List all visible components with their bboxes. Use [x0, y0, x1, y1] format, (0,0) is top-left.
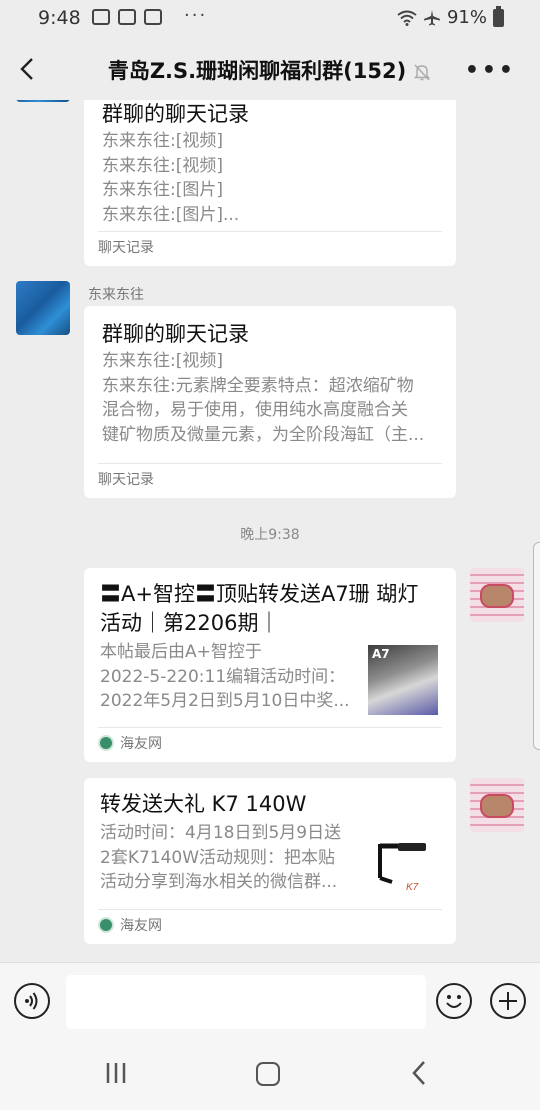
share-desc-line: 活动分享到海水相关的微信群...	[100, 872, 338, 892]
link-share-card[interactable]: 〓A+智控〓顶贴转发送A7珊 瑚灯 活动｜第2206期｜ 本帖最后由A+智控于 …	[84, 568, 456, 762]
share-title: 活动｜第2206期｜	[100, 611, 280, 635]
share-desc-line: 活动时间：4月18日到5月9日送	[100, 823, 342, 843]
share-desc-line: 2022-5-220:11编辑活动时间：	[100, 666, 346, 687]
wifi-icon	[397, 10, 417, 26]
plus-icon	[499, 992, 517, 1010]
dict-app-icon	[144, 9, 162, 25]
share-thumbnail: A7	[368, 645, 438, 715]
source-name: 海友网	[120, 736, 162, 752]
record-line: 键矿物质及微量元素，为全阶段海缸（主...	[102, 424, 425, 445]
haiyou-logo-icon	[98, 734, 114, 751]
message-input[interactable]	[66, 975, 426, 1029]
record-line: 东来东往:[视频]	[102, 131, 223, 151]
share-desc-line: 本帖最后由A+智控于	[100, 642, 262, 662]
source-name: 海友网	[120, 918, 162, 934]
edge-panel-handle[interactable]	[533, 542, 540, 750]
record-line: 东来东往:[视频]	[102, 155, 223, 176]
record-line: 混合物，易于使用，使用纯水高度融合关	[102, 400, 408, 420]
battery-icon	[493, 5, 504, 27]
emoji-icon	[446, 995, 462, 1008]
status-right: 91%	[397, 5, 504, 28]
group-name: 青岛Z.S.珊瑚闲聊福利群(152)	[107, 59, 407, 83]
card-footer: 聊天记录	[98, 231, 442, 266]
card-footer: 海友网	[98, 727, 442, 762]
battery-percent: 91%	[446, 7, 487, 28]
record-line: 东来东往:[图片]	[102, 180, 223, 200]
avatar[interactable]	[470, 778, 524, 832]
record-line: 东来东往:[图片]...	[102, 204, 240, 225]
chat-header: 青岛Z.S.珊瑚闲聊福利群(152) •••	[0, 38, 540, 100]
input-bar	[0, 962, 540, 1041]
more-functions-button[interactable]	[490, 983, 526, 1019]
status-time: 9:48	[38, 7, 81, 29]
sender-name: 东来东往	[88, 287, 144, 303]
share-title: 转发送大礼 K7 140W	[100, 792, 307, 816]
svg-text:K7: K7	[406, 882, 419, 893]
avatar[interactable]	[470, 568, 524, 622]
more-options-button[interactable]: •••	[465, 58, 516, 83]
card-footer: 海友网	[98, 909, 442, 944]
status-bar: 9:48 ··· 91%	[0, 0, 540, 38]
notification-icons	[92, 9, 162, 25]
avatar[interactable]	[16, 100, 70, 102]
gallery-icon	[92, 9, 110, 25]
share-desc-line: 2022年5月2日到5月10日中奖...	[100, 691, 350, 711]
more-notifications-icon: ···	[184, 5, 208, 26]
record-line: 东来东往:[视频]	[102, 351, 223, 371]
voice-icon	[25, 992, 38, 1010]
chat-record-card[interactable]: 群聊的聊天记录 东来东往:[视频] 东来东往:[视频] 东来东往:[图片] 东来…	[84, 100, 456, 266]
message-timestamp: 晚上9:38	[240, 527, 300, 543]
nav-back-icon[interactable]	[410, 1060, 428, 1086]
card-title: 群聊的聊天记录	[102, 322, 249, 346]
card-footer: 聊天记录	[98, 463, 442, 498]
airplane-icon	[423, 9, 440, 25]
share-desc-line: 2套K7140W活动规则：把本贴	[100, 847, 336, 868]
chat-record-card[interactable]: 群聊的聊天记录 东来东往:[视频] 东来东往:元素牌全要素特点：超浓缩矿物 混合…	[84, 306, 456, 498]
chat-title: 青岛Z.S.珊瑚闲聊福利群(152)	[0, 55, 540, 85]
emoji-button[interactable]	[436, 983, 472, 1019]
share-title: 〓A+智控〓顶贴转发送A7珊 瑚灯	[100, 582, 419, 606]
avatar[interactable]	[16, 281, 70, 335]
thumbnail-label: A7	[372, 647, 390, 661]
record-line: 东来东往:元素牌全要素特点：超浓缩矿物	[102, 375, 414, 396]
chat-message-list[interactable]: 群聊的聊天记录 东来东往:[视频] 东来东往:[视频] 东来东往:[图片] 东来…	[0, 100, 540, 962]
mute-bell-icon	[413, 64, 431, 81]
lamp-image: K7	[378, 843, 426, 893]
system-nav-bar	[0, 1040, 540, 1110]
home-icon[interactable]	[256, 1062, 280, 1086]
recent-apps-icon[interactable]	[104, 1062, 128, 1084]
haiyou-logo-icon	[98, 916, 114, 933]
voice-input-button[interactable]	[14, 983, 50, 1019]
card-title: 群聊的聊天记录	[102, 102, 249, 126]
app-notification-icon	[118, 9, 136, 25]
link-share-card[interactable]: 转发送大礼 K7 140W 活动时间：4月18日到5月9日送 2套K7140W活…	[84, 778, 456, 944]
share-thumbnail: K7	[368, 834, 438, 904]
